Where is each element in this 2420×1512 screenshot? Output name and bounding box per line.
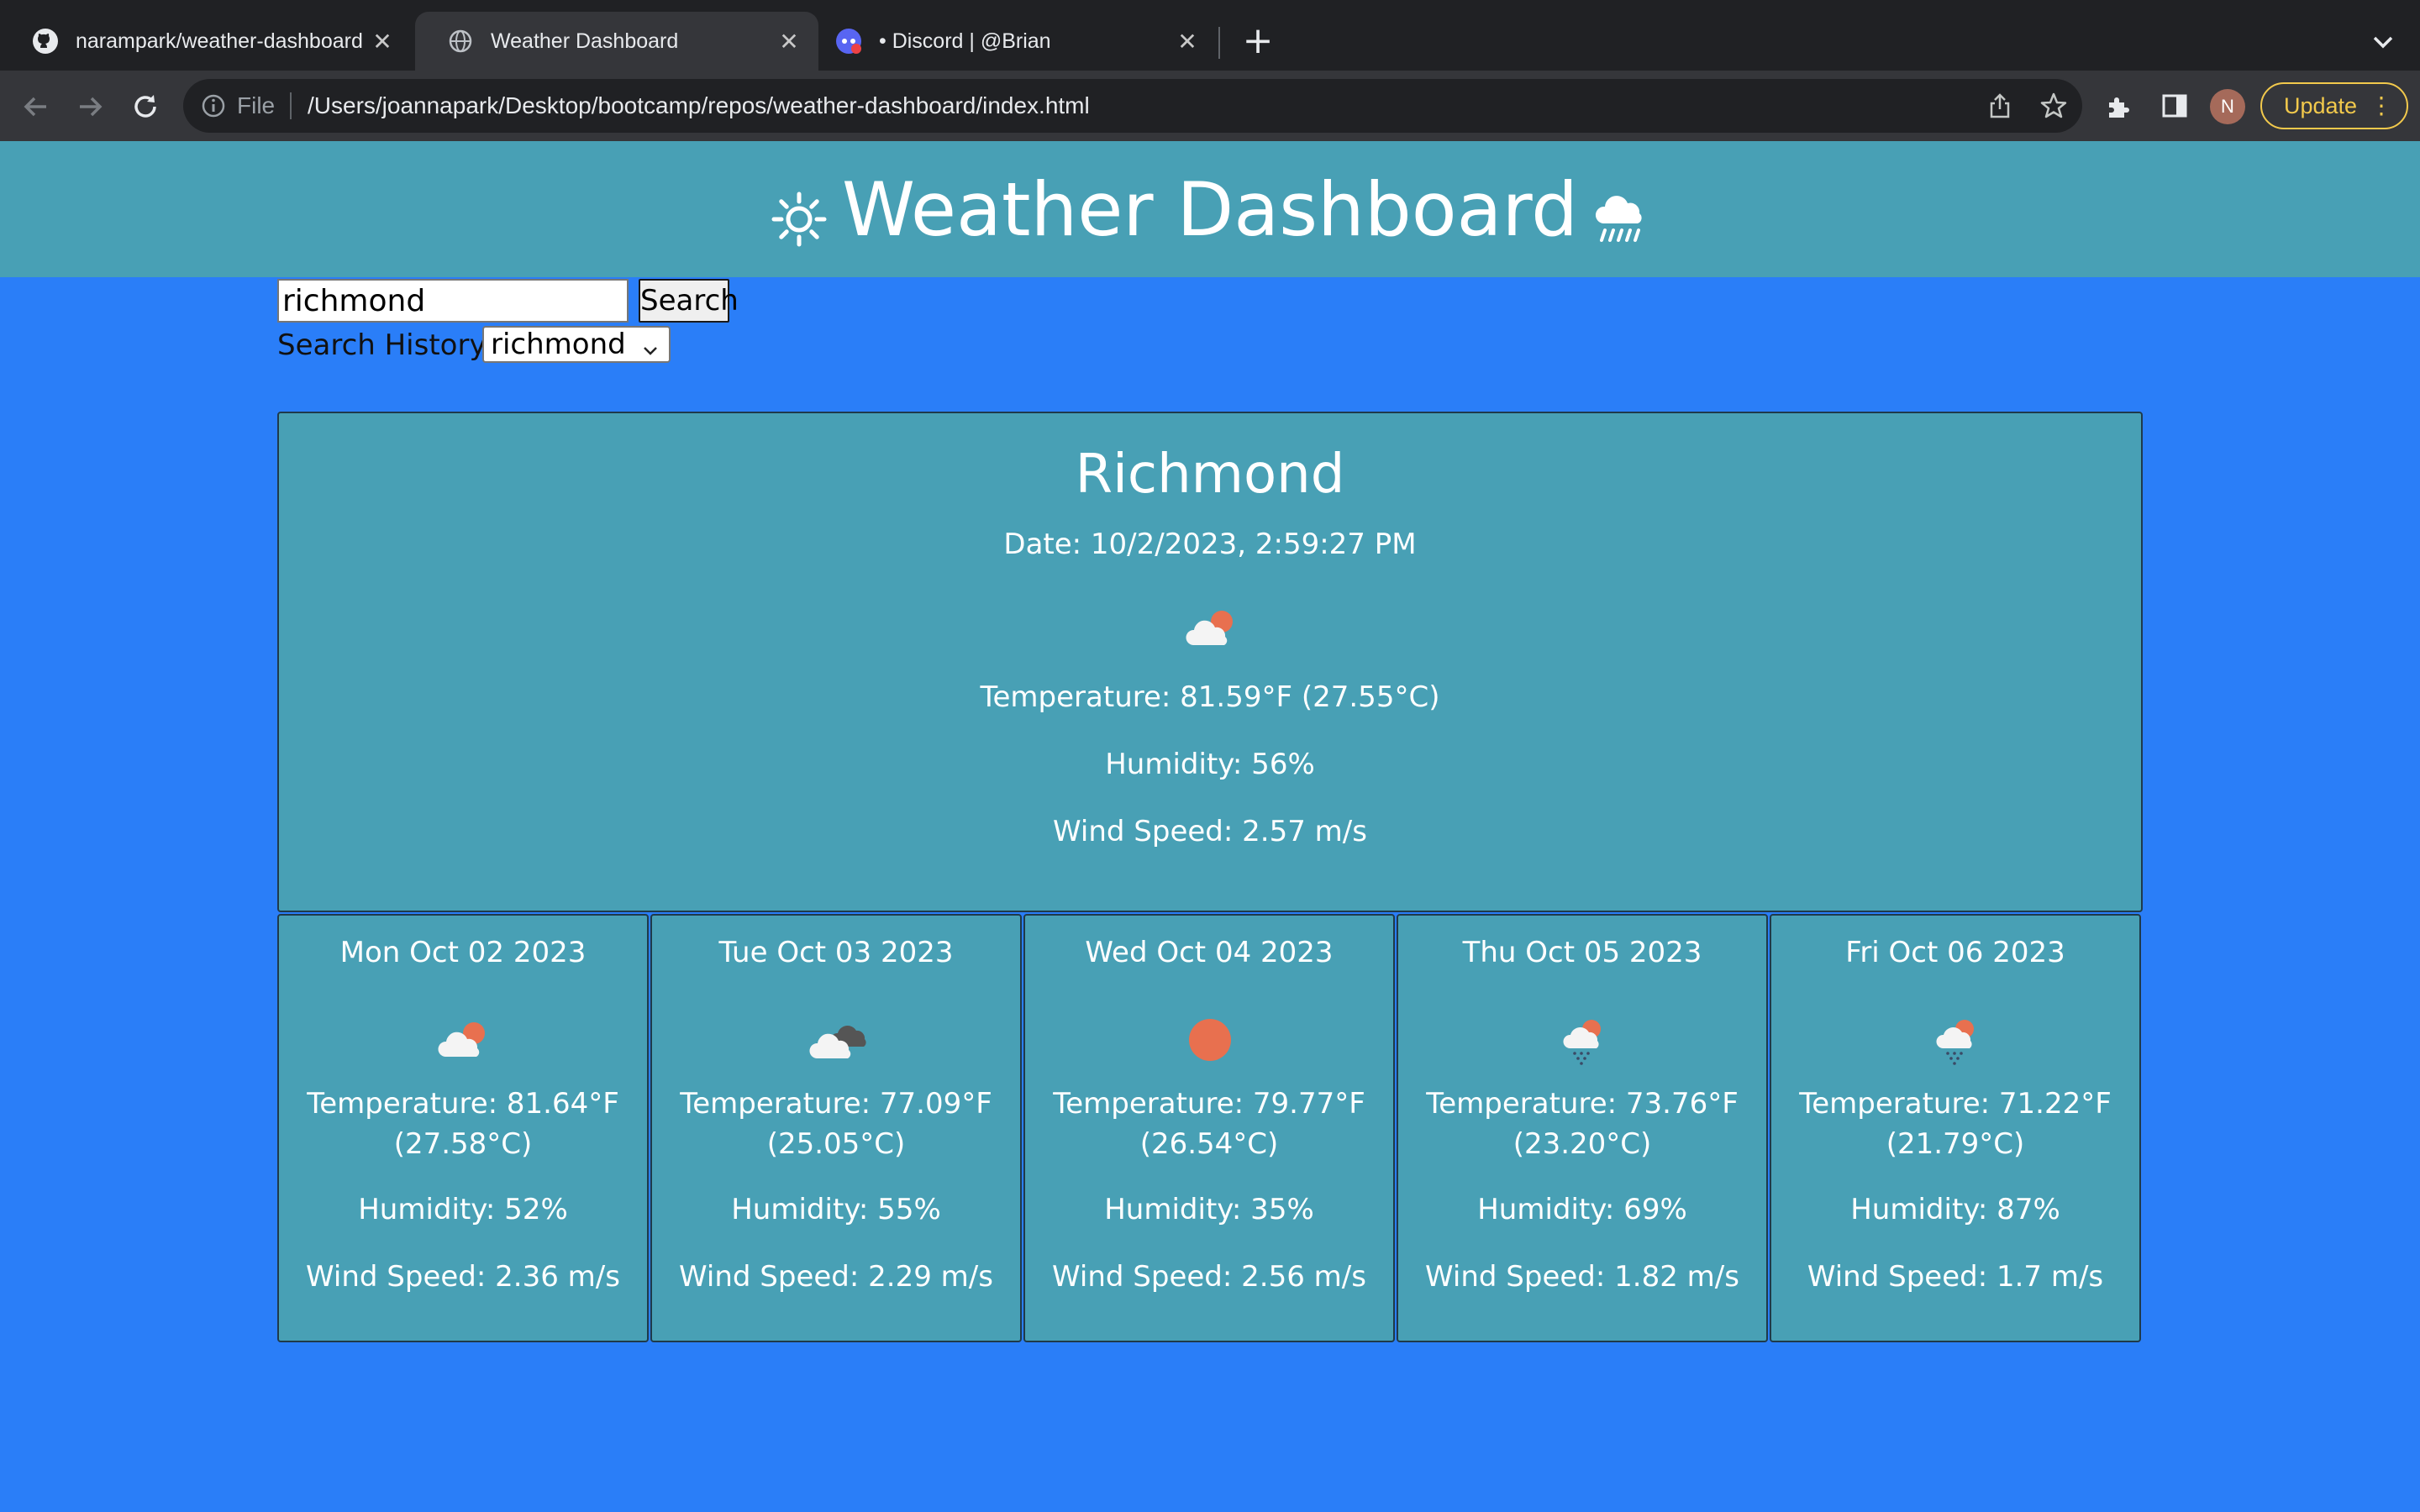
search-input[interactable] [277,279,629,323]
more-menu-icon[interactable]: ⋮ [2370,92,2393,119]
page-title: Weather Dashboard [756,166,1664,253]
search-history-select[interactable]: richmond [482,326,671,363]
forecast-date: Thu Oct 05 2023 [1462,936,1702,969]
forecast-temp-f: Temperature: 81.64°F [307,1087,619,1121]
sun-icon [770,180,829,247]
search-history-selected: richmond [491,328,626,361]
discord-icon [835,28,862,55]
tab-title: Weather Dashboard [491,29,679,53]
rain-cloud-icon [1923,1015,1990,1065]
new-tab-button[interactable]: + [1239,22,1277,60]
tab-title: • Discord | @Brian [879,29,1051,53]
github-icon [32,28,59,55]
tab-separator [1218,27,1220,59]
forecast-wind-speed: Wind Speed: 2.36 m/s [306,1260,620,1294]
forecast-card: Wed Oct 04 2023 Temperature: 79.77°F (26… [1023,914,1395,1342]
forecast-temp-f: Temperature: 79.77°F [1053,1087,1365,1121]
tab-github[interactable]: narampark/weather-dashboard ✕ [0,12,412,71]
reload-icon[interactable] [126,87,165,126]
side-panel-icon[interactable] [2156,87,2193,124]
current-humidity: Humidity: 56% [1105,748,1315,781]
forecast-temp-f: Temperature: 71.22°F [1799,1087,2112,1121]
forecast-temperature: Temperature: 79.77°F (26.54°C) [1025,1084,1393,1164]
forecast-wind-speed: Wind Speed: 1.82 m/s [1425,1260,1739,1294]
tab-discord[interactable]: • Discord | @Brian ✕ [822,12,1217,71]
search-button[interactable]: Search [639,279,739,323]
globe-icon [447,28,474,55]
current-date: Date: 10/2/2023, 2:59:27 PM [1003,528,1417,561]
current-temperature: Temperature: 81.59°F (27.55°C) [980,680,1440,714]
forward-arrow-icon[interactable] [71,87,109,126]
forecast-card: Tue Oct 03 2023 Temperature: 77.09°F (25… [650,914,1022,1342]
forecast-humidity: Humidity: 69% [1477,1193,1687,1226]
city-name: Richmond [1075,444,1345,506]
current-weather-card: Richmond Date: 10/2/2023, 2:59:27 PM Tem… [277,412,2143,912]
url-text[interactable]: /Users/joannapark/Desktop/bootcamp/repos… [308,87,1090,124]
info-icon[interactable] [198,91,229,121]
bookmark-star-icon[interactable] [2037,89,2070,123]
forecast-humidity: Humidity: 55% [731,1193,941,1226]
current-wind-speed: Wind Speed: 2.57 m/s [1053,815,1367,848]
forecast-temp-c: (21.79°C) [1886,1127,2025,1161]
forecast-card: Fri Oct 06 2023 Temperature: 71.22°F (21… [1770,914,2141,1342]
broken-clouds-icon [803,1015,871,1065]
partly-cloudy-icon [1178,603,1245,654]
extensions-icon[interactable] [2101,87,2138,124]
forecast-humidity: Humidity: 87% [1850,1193,2060,1226]
rain-cloud-icon [1549,1015,1617,1065]
site-header: Weather Dashboard [0,141,2420,277]
forecast-temp-f: Temperature: 73.76°F [1426,1087,1739,1121]
page-title-text: Weather Dashboard [842,165,1578,253]
forecast-humidity: Humidity: 52% [358,1193,568,1226]
close-icon[interactable]: ✕ [1173,27,1202,55]
search-history-label: Search History: [277,328,494,362]
scheme-label: File [237,92,276,118]
forecast-date: Wed Oct 04 2023 [1085,936,1334,969]
forecast-temperature: Temperature: 71.22°F (21.79°C) [1771,1084,2139,1164]
update-label: Update [2284,92,2358,118]
chevron-down-icon [640,334,660,355]
partly-cloudy-icon [430,1015,497,1065]
forecast-temperature: Temperature: 77.09°F (25.05°C) [652,1084,1020,1164]
tab-strip: narampark/weather-dashboard ✕ Weather Da… [0,0,2420,71]
forecast-date: Fri Oct 06 2023 [1845,936,2065,969]
forecast-temperature: Temperature: 73.76°F (23.20°C) [1398,1084,1766,1164]
clear-sun-icon [1176,1015,1244,1065]
rain-cloud-icon [1591,180,1650,242]
forecast-temp-c: (27.58°C) [393,1127,533,1161]
forecast-wind-speed: Wind Speed: 2.56 m/s [1052,1260,1366,1294]
back-arrow-icon[interactable] [17,87,55,126]
tab-weather-dashboard[interactable]: Weather Dashboard ✕ [415,12,818,71]
close-icon[interactable]: ✕ [368,27,397,55]
forecast-wind-speed: Wind Speed: 1.7 m/s [1807,1260,2104,1294]
forecast-temp-c: (26.54°C) [1139,1127,1279,1161]
chevron-down-icon[interactable] [2366,25,2400,59]
forecast-temp-f: Temperature: 77.09°F [680,1087,992,1121]
forecast-temperature: Temperature: 81.64°F (27.58°C) [279,1084,647,1164]
forecast-date: Mon Oct 02 2023 [339,936,587,969]
tab-title: narampark/weather-dashboard [76,29,363,53]
update-button[interactable]: Update ⋮ [2260,82,2408,129]
forecast-temp-c: (23.20°C) [1512,1127,1652,1161]
forecast-wind-speed: Wind Speed: 2.29 m/s [679,1260,993,1294]
close-icon[interactable]: ✕ [775,27,803,55]
forecast-card: Thu Oct 05 2023 Temperature: 73.76°F (23… [1397,914,1768,1342]
forecast-date: Tue Oct 03 2023 [718,936,954,969]
omnibox-separator [290,92,292,119]
share-icon[interactable] [1983,89,2017,123]
forecast-temp-c: (25.05°C) [766,1127,906,1161]
forecast-humidity: Humidity: 35% [1104,1193,1314,1226]
forecast-card: Mon Oct 02 2023 Temperature: 81.64°F (27… [277,914,649,1342]
profile-avatar[interactable]: N [2210,89,2245,124]
